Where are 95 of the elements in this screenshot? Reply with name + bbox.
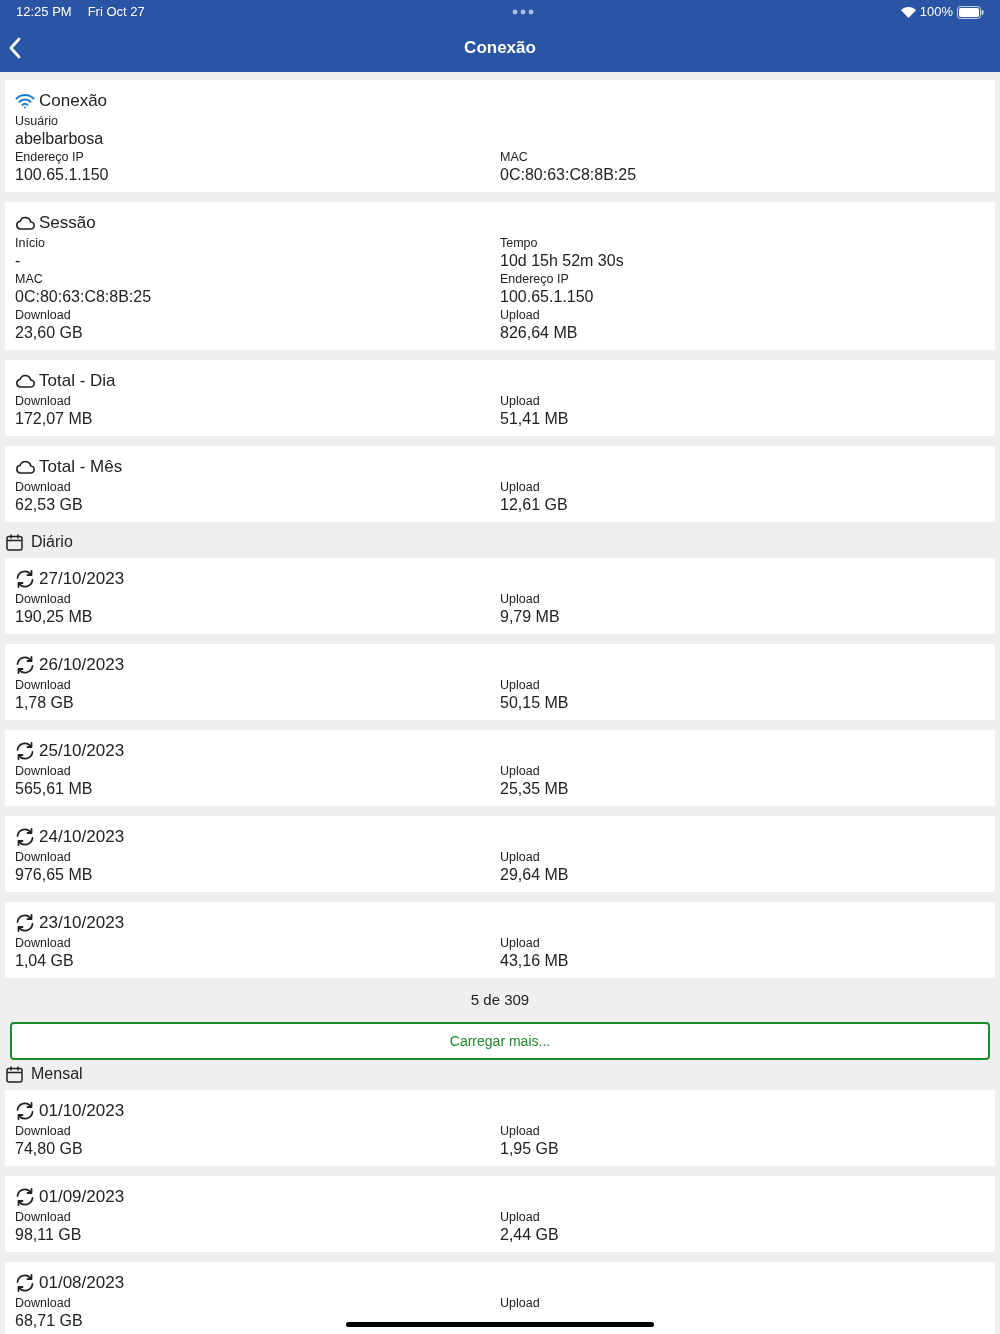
field-value: - xyxy=(15,251,22,271)
field-label: MAC xyxy=(15,271,44,287)
card-title: Total - Mês xyxy=(39,456,123,478)
sync-icon xyxy=(15,570,35,588)
field-label: Upload xyxy=(500,479,541,495)
field-value: 50,15 MB xyxy=(500,693,570,713)
calendar-icon xyxy=(6,533,23,551)
field-value: 0C:80:63:C8:8B:25 xyxy=(15,287,153,307)
battery-icon xyxy=(957,5,984,19)
field-label: Usuário xyxy=(15,113,60,129)
field-value: 74,80 GB xyxy=(15,1139,84,1159)
field-value: 25,35 MB xyxy=(500,779,570,799)
field-value: 62,53 GB xyxy=(15,495,84,515)
field-value: 100.65.1.150 xyxy=(500,287,595,307)
sync-icon xyxy=(15,914,35,932)
cloud-icon xyxy=(15,374,35,388)
field-label: Upload xyxy=(500,1295,541,1311)
status-date: Fri Oct 27 xyxy=(87,3,145,22)
card-title: Conexão xyxy=(39,90,108,112)
section-title: Mensal xyxy=(31,1064,83,1084)
field-label: Endereço IP xyxy=(15,149,85,165)
cloud-icon xyxy=(15,216,35,230)
field-value: 172,07 MB xyxy=(15,409,94,429)
sync-icon xyxy=(15,1188,35,1206)
card-title: 27/10/2023 xyxy=(39,568,125,590)
field-value: 2,44 GB xyxy=(500,1225,560,1245)
field-label: Upload xyxy=(500,307,541,323)
field-value: 1,95 GB xyxy=(500,1139,560,1159)
field-label: Download xyxy=(15,591,72,607)
status-time: 12:25 PM xyxy=(16,3,72,22)
field-label: Download xyxy=(15,307,72,323)
field-label: Endereço IP xyxy=(500,271,570,287)
card-title: 25/10/2023 xyxy=(39,740,125,762)
card-title: 23/10/2023 xyxy=(39,912,125,934)
field-label: Download xyxy=(15,1209,72,1225)
sync-icon xyxy=(15,656,35,674)
field-value: abelbarbosa xyxy=(15,129,105,149)
field-label: Download xyxy=(15,763,72,779)
sync-icon xyxy=(15,1102,35,1120)
field-value: 0C:80:63:C8:8B:25 xyxy=(500,165,638,185)
field-value: 68,71 GB xyxy=(15,1311,84,1331)
section-title: Diário xyxy=(31,532,73,552)
field-value: 12,61 GB xyxy=(500,495,569,515)
field-label: Upload xyxy=(500,1123,541,1139)
card-title: 01/09/2023 xyxy=(39,1186,125,1208)
field-label: Upload xyxy=(500,1209,541,1225)
wifi-icon xyxy=(15,93,35,109)
calendar-icon xyxy=(6,1065,23,1083)
battery-percent: 100% xyxy=(919,3,953,22)
field-value: 10d 15h 52m 30s xyxy=(500,251,625,271)
field-label: Download xyxy=(15,935,72,951)
field-value: 51,41 MB xyxy=(500,409,570,429)
wifi-icon xyxy=(900,6,916,18)
field-value: 190,25 MB xyxy=(15,607,94,627)
field-label: MAC xyxy=(500,149,529,165)
card-title: 24/10/2023 xyxy=(39,826,125,848)
field-label: Upload xyxy=(500,849,541,865)
card-title: Total - Dia xyxy=(39,370,116,392)
field-label: Download xyxy=(15,677,72,693)
field-value: 98,11 GB xyxy=(15,1225,83,1245)
field-label: Upload xyxy=(500,393,541,409)
field-label: Download xyxy=(15,1123,72,1139)
field-label: Upload xyxy=(500,677,541,693)
field-label: Tempo xyxy=(500,235,539,251)
page-title: Conexão xyxy=(464,37,536,60)
field-label: Upload xyxy=(500,935,541,951)
field-label: Download xyxy=(15,393,72,409)
back-button[interactable] xyxy=(8,37,22,59)
card-title: 01/10/2023 xyxy=(39,1100,125,1122)
sync-icon xyxy=(15,1274,35,1292)
field-value: 565,61 MB xyxy=(15,779,94,799)
field-label: Início xyxy=(15,235,46,251)
card-title: 26/10/2023 xyxy=(39,654,125,676)
card-title: Sessão xyxy=(39,212,96,234)
field-value: 100.65.1.150 xyxy=(15,165,110,185)
field-value: 9,79 MB xyxy=(500,607,561,627)
cloud-icon xyxy=(15,460,35,474)
field-label: Upload xyxy=(500,763,541,779)
card-title: 01/08/2023 xyxy=(39,1272,125,1294)
field-label: Download xyxy=(15,1295,72,1311)
field-value: 976,65 MB xyxy=(15,865,94,885)
sync-icon xyxy=(15,828,35,846)
field-value: 29,64 MB xyxy=(500,865,570,885)
field-value: 1,04 GB xyxy=(15,951,75,971)
multitask-dots-icon[interactable] xyxy=(511,9,534,15)
field-label: Download xyxy=(15,479,72,495)
field-value: 43,16 MB xyxy=(500,951,570,971)
field-value: 1,78 GB xyxy=(15,693,75,713)
field-value: 23,60 GB xyxy=(15,323,84,343)
field-value: 826,64 MB xyxy=(500,323,579,343)
pagination-count: 5 de 309 xyxy=(470,989,530,1010)
field-label: Upload xyxy=(500,591,541,607)
field-label: Download xyxy=(15,849,72,865)
sync-icon xyxy=(15,742,35,760)
load-more-button[interactable]: Carregar mais... xyxy=(10,1022,990,1060)
